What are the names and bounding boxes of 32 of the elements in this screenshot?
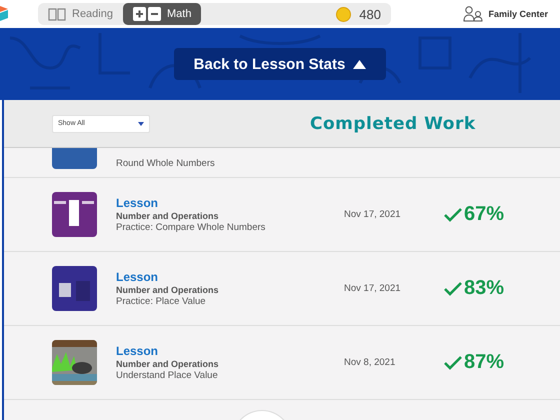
lesson-topic: Number and Operations xyxy=(116,359,220,369)
plus-minus-icon xyxy=(132,7,161,21)
section-title: Completed Work xyxy=(310,114,476,134)
lesson-name: Practice: Place Value xyxy=(116,296,207,307)
book-icon xyxy=(48,8,66,20)
lesson-type-link[interactable]: Lesson xyxy=(116,344,344,358)
lesson-topic: Number and Operations xyxy=(116,285,220,295)
lesson-type-link[interactable]: Lesson xyxy=(116,270,344,284)
back-to-lesson-stats-button[interactable]: Back to Lesson Stats xyxy=(174,48,386,80)
lesson-date: Nov 17, 2021 xyxy=(344,209,402,220)
coin-icon xyxy=(336,6,352,22)
lesson-date: Nov 8, 2021 xyxy=(344,357,396,368)
check-icon xyxy=(444,282,462,296)
check-icon xyxy=(444,208,462,222)
coin-count: 480 xyxy=(359,6,381,22)
family-center-link[interactable]: Family Center xyxy=(463,6,548,22)
caret-icon xyxy=(138,122,144,126)
people-icon xyxy=(463,6,484,22)
lesson-type-link[interactable]: Lesson xyxy=(116,196,344,210)
lesson-score: 83% xyxy=(464,277,504,300)
lesson-name: Understand Place Value xyxy=(116,370,219,381)
lesson-topic: Number and Operations xyxy=(116,211,220,221)
subject-tab[interactable]: Math xyxy=(122,3,202,25)
lesson-score: 87% xyxy=(464,351,504,374)
lesson-date: Nov 17, 2021 xyxy=(344,283,402,294)
lesson-name: Practice: Compare Whole Numbers xyxy=(116,222,266,233)
lesson-score: 67% xyxy=(464,203,504,226)
subject-tab[interactable]: Reading xyxy=(38,3,123,25)
lesson-name: Round Whole Numbers xyxy=(116,158,216,169)
caret-icon xyxy=(353,60,366,68)
logo-icon xyxy=(0,6,8,22)
check-icon xyxy=(444,356,462,370)
